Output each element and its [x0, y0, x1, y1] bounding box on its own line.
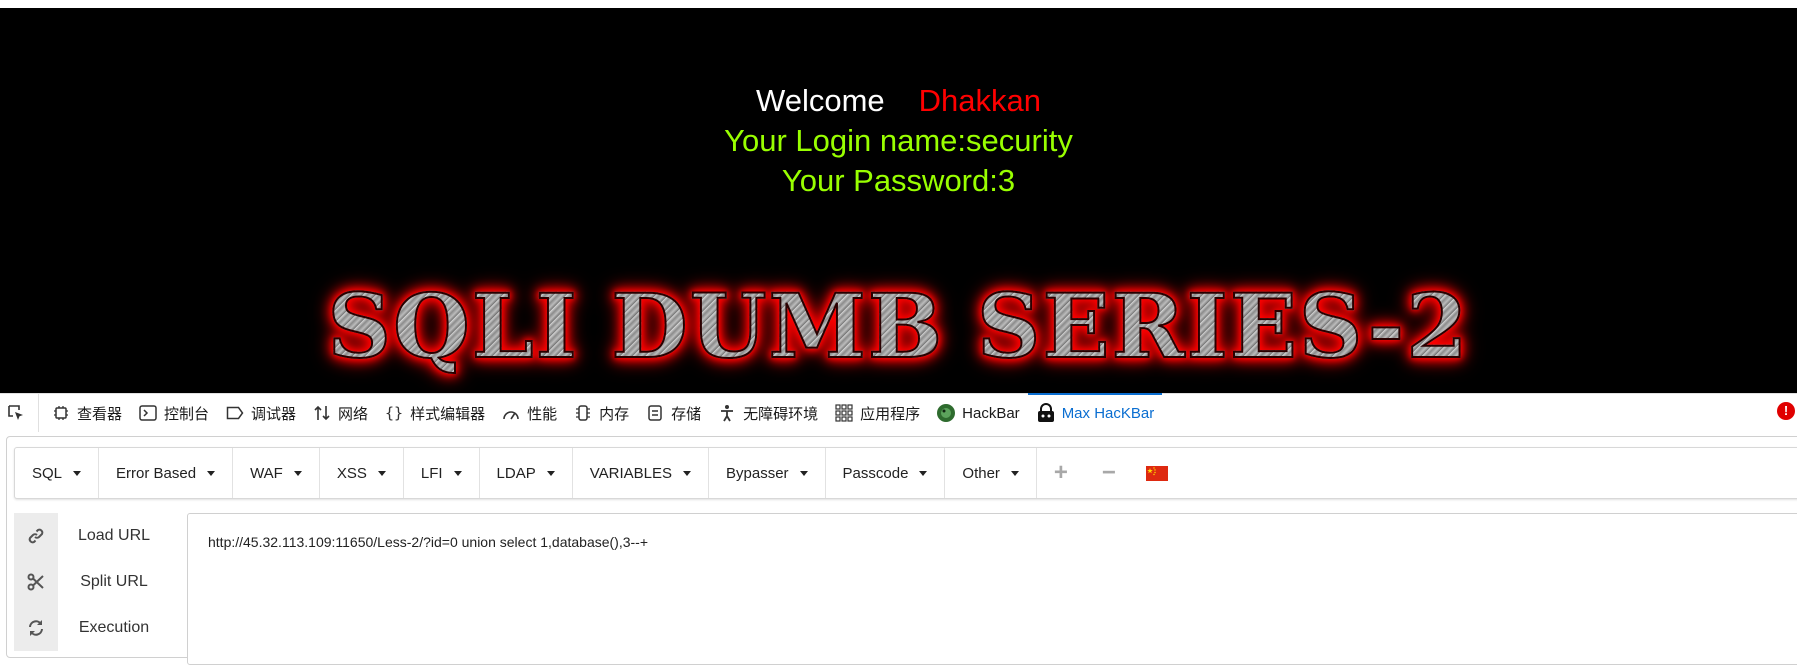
menu-xss[interactable]: XSS	[320, 448, 404, 498]
menu-waf[interactable]: WAF	[233, 448, 320, 498]
hackbar-menu-bar: SQL Error Based WAF XSS LFI LDAP VARIABL…	[14, 447, 1797, 499]
menu-label: VARIABLES	[589, 464, 672, 482]
login-name-line: Your Login name:security	[724, 123, 1073, 158]
network-icon	[312, 403, 332, 423]
welcome-text: Welcome	[756, 83, 885, 118]
tab-style-editor[interactable]: {} 样式编辑器	[376, 394, 493, 432]
tab-label: 应用程序	[860, 405, 921, 423]
tab-network[interactable]: 网络	[304, 394, 376, 432]
menu-label: LFI	[420, 464, 443, 482]
caret-down-icon	[73, 470, 82, 476]
tab-inspector[interactable]: 查看器	[43, 394, 130, 432]
scissors-icon	[14, 559, 58, 605]
url-value: http://45.32.113.109:11650/Less-2/?id=0 …	[208, 534, 649, 550]
page-viewport: Welcome Dhakkan Your Login name:security …	[0, 8, 1797, 393]
tab-console[interactable]: 控制台	[130, 394, 217, 432]
tab-label: 样式编辑器	[410, 405, 486, 423]
max-hackbar-icon	[1036, 403, 1056, 423]
url-textarea[interactable]: http://45.32.113.109:11650/Less-2/?id=0 …	[187, 513, 1797, 665]
tab-accessibility[interactable]: 无障碍环境	[709, 394, 826, 432]
tab-label: 调试器	[251, 405, 297, 423]
tab-hackbar[interactable]: HackBar	[928, 394, 1028, 432]
menu-label: LDAP	[496, 464, 536, 482]
welcome-user-name: Dhakkan	[918, 83, 1041, 118]
execution-label: Execution	[78, 619, 150, 636]
menu-lfi[interactable]: LFI	[404, 448, 480, 498]
add-icon[interactable]: +	[1037, 448, 1085, 498]
tab-label: 控制台	[164, 405, 210, 423]
tab-performance[interactable]: 性能	[493, 394, 565, 432]
caret-down-icon	[1010, 470, 1019, 476]
tab-label: 性能	[527, 405, 558, 423]
menu-variables[interactable]: VARIABLES	[573, 448, 709, 498]
tab-label: 网络	[338, 405, 369, 423]
tab-memory[interactable]: 内存	[565, 394, 637, 432]
link-icon	[14, 513, 58, 559]
caret-down-icon	[377, 470, 386, 476]
remove-icon[interactable]: −	[1085, 448, 1133, 498]
menu-label: Other	[962, 464, 1000, 482]
menu-error-based[interactable]: Error Based	[99, 448, 234, 498]
devtools-tab-bar: 查看器 控制台 调试器 网络 {} 样式编辑器 性能 内存 存储 无障碍环境 应…	[0, 393, 1797, 432]
china-flag-icon[interactable]	[1133, 448, 1181, 498]
element-picker-icon	[6, 403, 26, 423]
caret-down-icon	[683, 470, 691, 476]
menu-bypasser[interactable]: Bypasser	[709, 448, 826, 498]
tab-application[interactable]: 应用程序	[826, 394, 928, 432]
menu-label: Error Based	[116, 464, 197, 482]
console-icon	[138, 403, 158, 423]
memory-icon	[573, 403, 593, 423]
error-count-icon[interactable]: !	[1777, 402, 1795, 420]
load-url-label: Load URL	[77, 527, 151, 544]
tab-label: Max HacKBar	[1061, 404, 1155, 422]
tab-label: 查看器	[77, 405, 123, 423]
max-hackbar-panel: SQL Error Based WAF XSS LFI LDAP VARIABL…	[6, 436, 1797, 665]
inspector-icon	[51, 403, 71, 423]
menu-sql[interactable]: SQL	[15, 448, 100, 498]
caret-down-icon	[546, 470, 555, 476]
caret-down-icon	[453, 470, 462, 476]
refresh-icon	[14, 605, 58, 651]
caret-down-icon	[799, 470, 808, 476]
tab-label: HackBar	[962, 404, 1020, 422]
tab-storage[interactable]: 存储	[637, 394, 709, 432]
menu-label: Passcode	[842, 464, 909, 482]
application-icon	[834, 403, 854, 423]
load-url-button[interactable]: Load URL	[14, 513, 170, 559]
hackbar-icon	[936, 403, 956, 423]
menu-other[interactable]: Other	[945, 448, 1037, 498]
tab-label: 内存	[599, 405, 630, 423]
tab-debugger[interactable]: 调试器	[217, 394, 304, 432]
tab-max-hackbar[interactable]: Max HacKBar	[1027, 393, 1163, 432]
password-line: Your Password:3	[781, 163, 1016, 198]
series-banner: SQLI DUMB SERIES-2	[0, 275, 1797, 377]
debugger-icon	[225, 403, 245, 423]
style-editor-icon: {}	[385, 404, 404, 422]
caret-down-icon	[919, 470, 928, 476]
tab-label: 存储	[671, 405, 702, 423]
tab-label: 无障碍环境	[743, 405, 819, 423]
split-url-button[interactable]: Split URL	[14, 559, 170, 605]
welcome-line: Welcome Dhakkan	[0, 83, 1797, 119]
hackbar-action-sidebar: Load URL Split URL Execution	[14, 513, 170, 663]
menu-ldap[interactable]: LDAP	[480, 448, 573, 498]
execution-button[interactable]: Execution	[14, 605, 170, 651]
accessibility-icon	[717, 403, 737, 423]
performance-icon	[501, 403, 521, 423]
split-url-label: Split URL	[80, 573, 148, 590]
caret-down-icon	[207, 470, 216, 476]
element-picker-button[interactable]	[0, 394, 39, 432]
menu-label: WAF	[250, 464, 283, 482]
menu-label: XSS	[336, 464, 367, 482]
menu-label: Bypasser	[726, 464, 789, 482]
menu-passcode[interactable]: Passcode	[826, 448, 946, 498]
storage-icon	[645, 403, 665, 423]
menu-label: SQL	[32, 464, 63, 482]
caret-down-icon	[293, 470, 302, 476]
